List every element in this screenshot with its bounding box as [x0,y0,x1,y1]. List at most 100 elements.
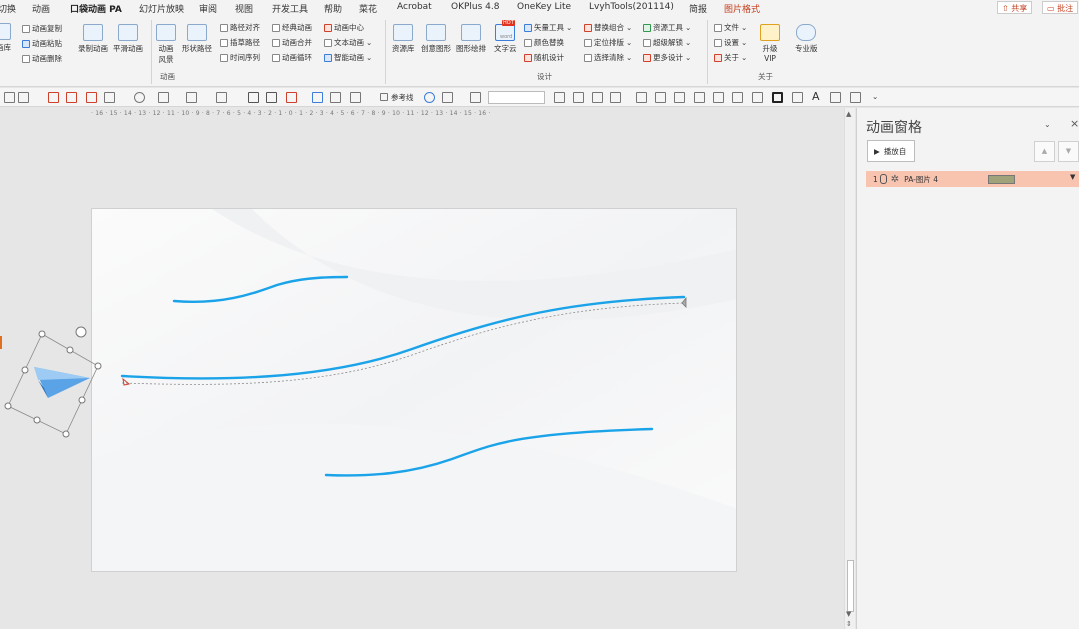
square-icon[interactable] [655,92,666,103]
crop-icon[interactable] [442,92,453,103]
loop-animation-button[interactable]: 动画循环 [272,52,312,63]
timing-bar[interactable] [988,175,1015,184]
distribute-icon[interactable] [18,92,29,103]
position-layout-button[interactable]: 定位排版 ⌄ [584,37,632,48]
animation-list-item[interactable]: 1 ✲ PA-图片 4 ▼ [866,171,1079,187]
tab-transitions[interactable]: 切换 [0,2,16,15]
record-animation-button[interactable]: 录制动画 [78,24,108,54]
rotate-icon[interactable] [158,92,169,103]
pane-options-icon[interactable]: ⌄ [1044,120,1051,129]
text-animation-button[interactable]: 文本动画 ⌄ [324,37,372,48]
resize-handle[interactable] [33,416,41,424]
shape-layout-button[interactable]: 图形绘排 [456,24,486,54]
tab-caihua[interactable]: 菜花 [359,2,377,15]
gallery-button[interactable]: 画库 [0,23,11,53]
send-backward-icon[interactable] [66,92,77,103]
tab-review[interactable]: 审阅 [199,2,217,15]
tab-briefing[interactable]: 简报 [689,2,707,15]
vertical-scrollbar[interactable]: ▲ ▼ ⇕ [844,108,855,629]
slide-canvas[interactable] [91,208,737,572]
bring-forward-icon[interactable] [48,92,59,103]
connect-icon[interactable] [752,92,763,103]
path-align-button[interactable]: 路径对齐 [220,22,260,33]
rectangle-icon[interactable] [694,92,705,103]
rotate-handle-icon[interactable] [75,326,87,338]
hide-icon[interactable] [636,92,647,103]
more-design-button[interactable]: 更多设计 ⌄ [643,52,691,63]
eyedropper-icon[interactable] [248,92,259,103]
shape-path-button[interactable]: 形状路径 [182,24,212,54]
fill-color-icon[interactable] [286,92,297,103]
resize-handle[interactable] [94,362,102,370]
image-frame-icon[interactable] [610,92,621,103]
image-icon[interactable] [216,92,227,103]
paste-animation-button[interactable]: 动画粘贴 [22,38,62,49]
share-button[interactable]: ⇧ 共享 [997,1,1033,14]
resource-library-button[interactable]: 资源库 [392,24,415,54]
smart-animation-button[interactable]: 智能动画 ⌄ [324,52,372,63]
tab-okplus[interactable]: OKPlus 4.8 [451,2,499,12]
play-from-button[interactable]: ▶ 播放自 [867,140,915,162]
move-up-button[interactable]: ▲ [1034,141,1055,162]
resize-handle[interactable] [4,402,12,410]
comment-button[interactable]: ▭ 批注 [1042,1,1079,14]
move-down-button[interactable]: ▼ [1058,141,1079,162]
flip-icon[interactable] [186,92,197,103]
select-clear-button[interactable]: 选择清除 ⌄ [584,52,632,63]
text-a-icon[interactable]: A [812,90,820,103]
pencil-icon[interactable] [470,92,481,103]
resize-handle[interactable] [21,366,29,374]
resize-handle[interactable] [62,430,70,438]
group-icon[interactable] [86,92,97,103]
super-unlock-button[interactable]: 超级解锁 ⌄ [643,37,691,48]
upgrade-vip-button[interactable]: 升级 VIP [760,24,780,63]
tab-lvyhtools[interactable]: LvyhTools(201114) [589,2,674,12]
puzzle-icon[interactable] [674,92,685,103]
tab-developer[interactable]: 开发工具 [272,2,308,15]
gear-icon[interactable] [424,92,435,103]
close-icon[interactable]: × [1070,117,1079,130]
resize-handle[interactable] [78,396,86,404]
tab-acrobat[interactable]: Acrobat [397,2,432,12]
animation-center-button[interactable]: 动画中心 [324,22,364,33]
animation-style-button[interactable]: 动画 风景 [156,24,176,65]
pen-icon[interactable] [266,92,277,103]
settings-button[interactable]: 设置 ⌄ [714,37,747,48]
text-box-icon[interactable] [312,92,323,103]
scroll-thumb[interactable] [847,560,854,612]
selected-picture[interactable] [0,322,106,440]
marker-icon[interactable] [350,92,361,103]
resize-handle[interactable] [66,346,74,354]
random-design-button[interactable]: 随机设计 [524,52,564,63]
align-left-icon[interactable] [4,92,15,103]
picture-crop-icon[interactable] [830,92,841,103]
scroll-page-icon[interactable]: ⇕ [846,620,852,628]
black-square-icon[interactable] [772,92,783,103]
resize-handle[interactable] [38,330,46,338]
tab-view[interactable]: 视图 [235,2,253,15]
ungroup-icon[interactable] [104,92,115,103]
brush-icon[interactable] [330,92,341,103]
creative-shape-button[interactable]: 创意图形 [421,24,451,54]
replace-group-button[interactable]: 替换组合 ⌄ [584,22,632,33]
tab-animations[interactable]: 动画 [32,2,50,15]
font-size-input[interactable] [488,91,545,104]
draft-path-button[interactable]: 插草路径 [220,37,260,48]
tab-picture-format[interactable]: 图片格式 [724,2,760,15]
scroll-down-icon[interactable]: ▼ [846,610,851,618]
pro-edition-button[interactable]: 专业版 [795,24,818,54]
resource-tools-button[interactable]: 资源工具 ⌄ [643,22,691,33]
star-outline-icon[interactable] [592,92,603,103]
classic-animation-button[interactable]: 经典动画 [272,22,312,33]
select-area-icon[interactable] [850,92,861,103]
align-top-icon[interactable] [792,92,803,103]
copy-animation-button[interactable]: 动画复制 [22,23,62,34]
tab-slideshow[interactable]: 幻灯片放映 [139,2,184,15]
smooth-animation-button[interactable]: 平滑动画 [113,24,143,54]
delete-animation-button[interactable]: 动画删除 [22,53,62,64]
vector-tools-button[interactable]: 矢量工具 ⌄ [524,22,572,33]
guides-checkbox[interactable] [380,93,388,101]
overflow-menu-icon[interactable]: ⌄ [872,92,878,101]
copy-icon[interactable] [554,92,565,103]
rounded-rect-icon[interactable] [713,92,724,103]
